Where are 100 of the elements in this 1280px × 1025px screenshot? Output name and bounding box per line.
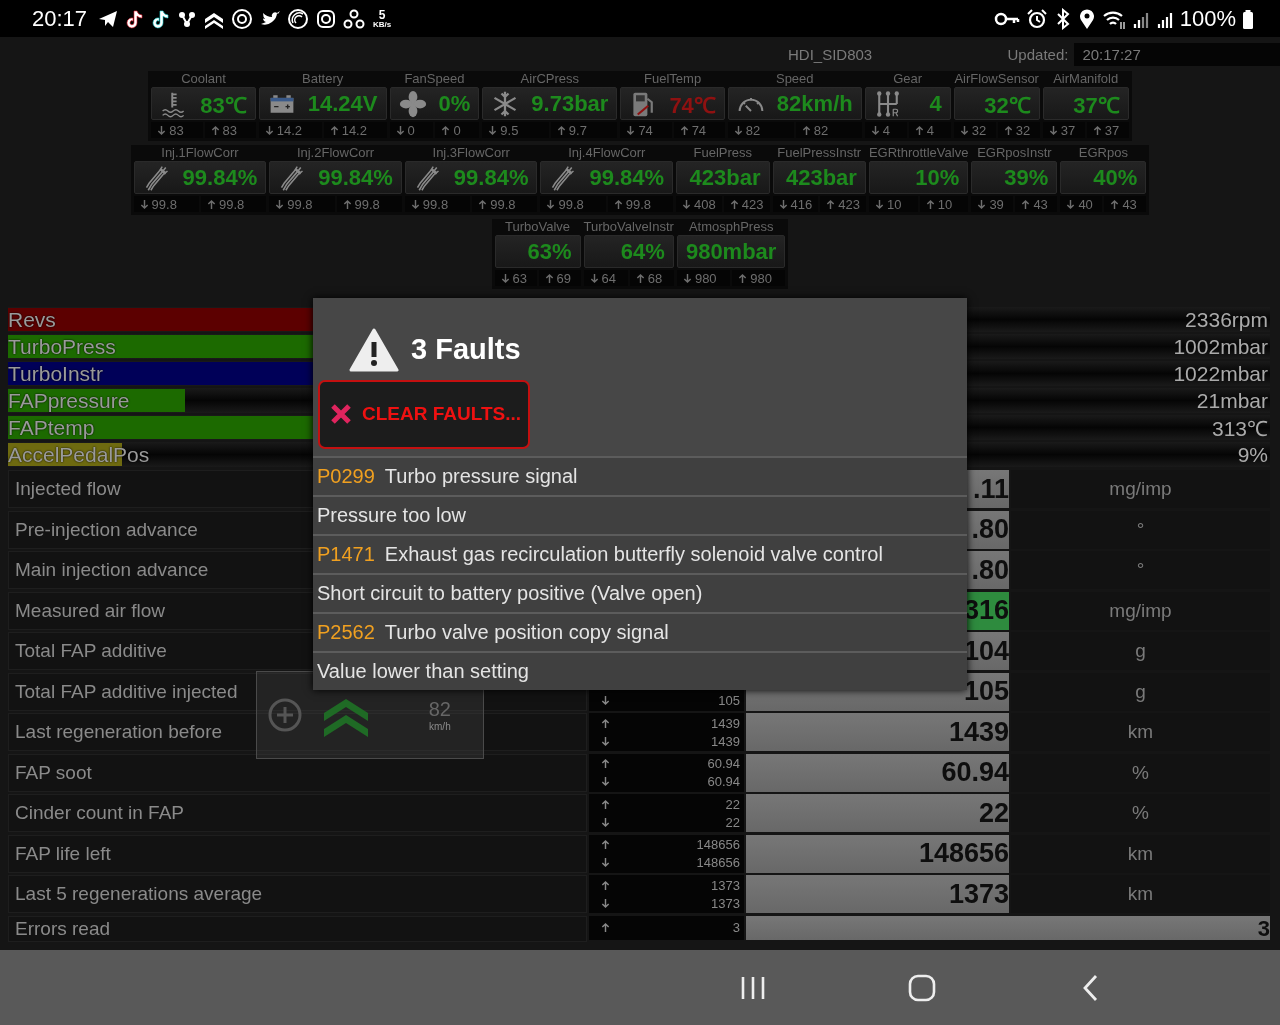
max-value: 99.8: [218, 196, 245, 212]
gauge-label: EGRthrottleValve: [868, 145, 969, 161]
gauge-value: 32℃: [984, 91, 1031, 119]
value-cell: 22: [746, 794, 1009, 832]
max-value: 99.8: [490, 196, 516, 212]
fault-detail: Value lower than setting: [313, 651, 967, 690]
gauge-value: 64%: [620, 238, 665, 265]
value-cell: 1439: [746, 713, 1009, 751]
min-value: 83: [169, 122, 184, 138]
up-arrow-icon: [601, 879, 610, 891]
up-arrow-icon: [1092, 124, 1102, 136]
parameter-name: FAP life left: [8, 834, 587, 873]
up-arrow-icon: [601, 798, 610, 810]
down-arrow-icon: [589, 272, 599, 284]
down-arrow-icon: [139, 198, 149, 210]
fidget-spinner-icon: [343, 7, 366, 30]
up-arrow-icon: [441, 124, 451, 136]
down-arrow-icon: [275, 198, 285, 210]
min-value: 148656: [696, 855, 740, 870]
max-value: 99.8: [354, 196, 380, 212]
down-arrow-icon: [395, 124, 405, 136]
gauge-label: AirFlowSensor: [953, 71, 1040, 87]
min-value: 0: [407, 122, 415, 138]
up-arrow-icon: [210, 124, 220, 136]
min-value: 32: [971, 122, 987, 138]
gauge-label: TurboValveInstr: [583, 219, 674, 235]
clear-faults-button[interactable]: CLEAR FAULTS...: [318, 379, 530, 449]
gauge-label: Speed: [774, 71, 815, 87]
max-value: 68: [647, 270, 663, 286]
min-value: 99.8: [422, 196, 449, 212]
gauge-value: 83℃: [200, 91, 247, 119]
radar-icon: [287, 7, 310, 30]
up-arrow-icon: [914, 124, 924, 136]
max-value: 10: [937, 196, 953, 212]
gauge-value: 10%: [915, 164, 960, 191]
down-arrow-icon: [874, 198, 884, 210]
min-value: 99.8: [558, 196, 584, 212]
gauge-label: AirCPress: [519, 71, 581, 87]
down-arrow-icon: [157, 124, 167, 136]
gauge-value: 14.24V: [307, 90, 378, 117]
min-value: 74: [638, 122, 653, 138]
gauge-label: FuelPressInstr: [776, 145, 863, 161]
min-value: 60.94: [707, 774, 740, 789]
bar-label: Revs: [8, 307, 56, 332]
gauge-value: 99.84%: [589, 164, 665, 191]
up-arrow-icon: [556, 124, 566, 136]
min-value: 22: [725, 814, 740, 830]
max-value: 74: [691, 122, 707, 138]
down-arrow-icon: [500, 272, 510, 284]
gauge-value: 74℃: [669, 91, 716, 119]
min-value: 40: [1078, 196, 1093, 212]
down-arrow-icon: [410, 198, 420, 210]
dialog-title: 3 Faults: [411, 333, 521, 367]
down-arrow-icon: [601, 857, 610, 868]
down-arrow-icon: [601, 776, 610, 787]
bar-value: 2336rpm: [1185, 307, 1269, 332]
bar-value: 9%: [1237, 442, 1269, 467]
gauge-value: 37℃: [1073, 91, 1120, 119]
min-value: 37: [1060, 122, 1076, 138]
min-value: 105: [718, 693, 740, 708]
max-value: 4: [926, 122, 934, 138]
parameter-name: FAP soot: [8, 753, 587, 792]
bar-label: FAPpressure: [8, 388, 130, 413]
value-cell: 3: [746, 915, 1270, 940]
gauge-value: 4: [929, 90, 942, 117]
camera-icon: [315, 7, 338, 30]
music-note-icon: [151, 7, 172, 30]
up-arrow-icon: [729, 198, 739, 210]
profile-name: HDI_SID803: [788, 45, 874, 63]
gauge-label: EGRpos: [1077, 145, 1129, 161]
down-arrow-icon: [264, 124, 274, 136]
battery-icon: [1242, 7, 1254, 30]
max-value: 82: [813, 122, 829, 138]
max-value: 148656: [696, 837, 740, 852]
gauge-value: 0%: [438, 90, 471, 117]
max-value: 60.94: [707, 756, 740, 771]
bar-label: TurboPress: [8, 334, 116, 359]
gauge-value: 99.84%: [318, 164, 393, 191]
max-value: 3: [732, 920, 740, 935]
target-icon: [231, 7, 254, 30]
up-arrow-icon: [613, 198, 623, 210]
gauge-label: Inj.3FlowCorr: [431, 145, 511, 161]
home-icon[interactable]: [907, 972, 937, 1003]
down-arrow-icon: [733, 124, 743, 136]
updated-label: Updated:: [1007, 45, 1069, 63]
up-arrow-icon: [601, 758, 610, 769]
fault-detail: Pressure too low: [313, 495, 967, 534]
down-arrow-icon: [601, 695, 610, 706]
max-value: 423: [838, 196, 860, 212]
down-arrow-icon: [488, 124, 498, 136]
max-value: 980: [750, 270, 772, 286]
network-speed: 5: [378, 8, 386, 21]
up-arrow-icon: [601, 839, 610, 850]
up-arrow-icon: [601, 922, 610, 933]
value-cell: 60.94: [746, 753, 1009, 792]
up-arrow-icon: [1003, 124, 1013, 136]
parameter-name: Last 5 regenerations average: [8, 875, 587, 913]
max-value: 9.7: [568, 122, 587, 138]
alarm-icon: [1025, 7, 1048, 30]
gauge-label: AtmosphPress: [687, 219, 775, 235]
